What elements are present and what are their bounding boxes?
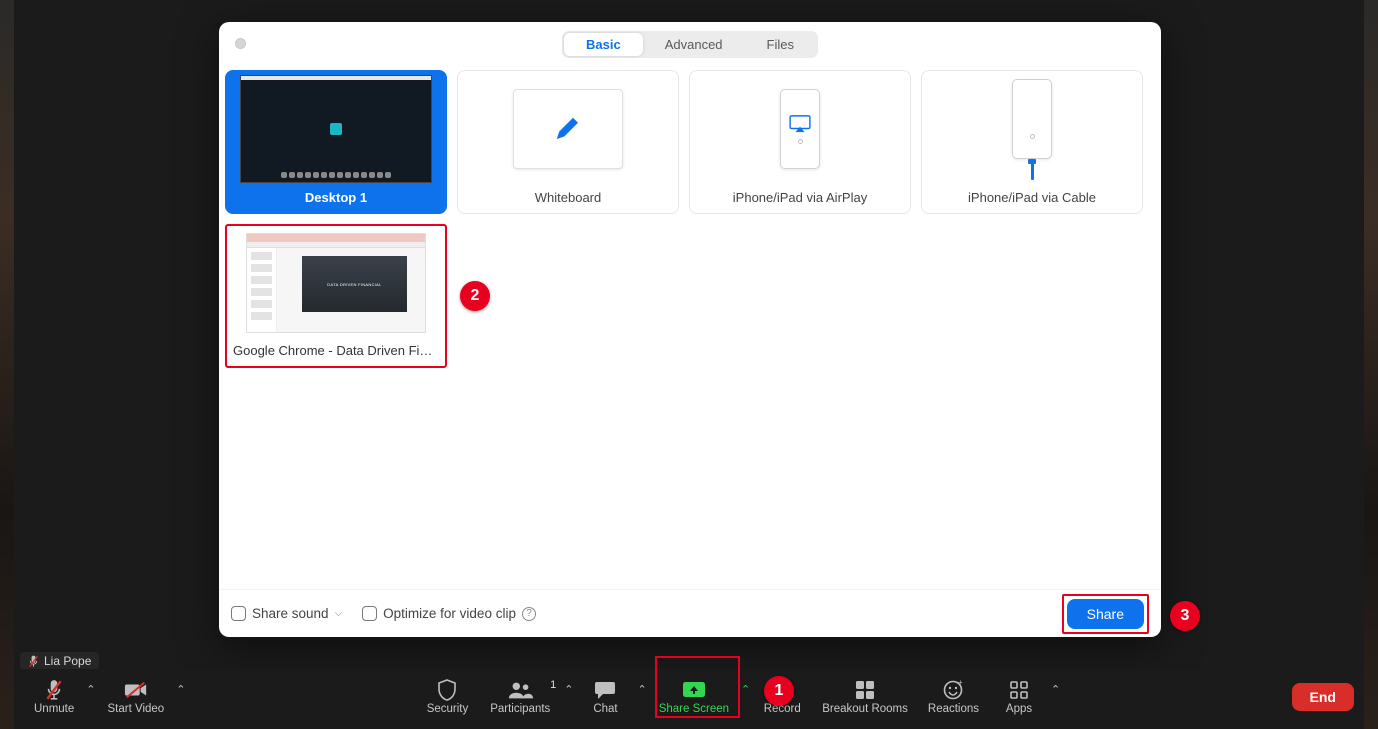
toolbar-label: Participants — [490, 703, 550, 715]
smile-icon: + — [943, 679, 963, 701]
share-option-whiteboard[interactable]: Whiteboard — [457, 70, 679, 214]
airplay-thumbnail — [690, 71, 910, 187]
chat-icon — [594, 679, 616, 701]
annotation-badge-2: 2 — [460, 281, 490, 311]
chat-button[interactable]: Chat — [575, 679, 635, 715]
unmute-button[interactable]: Unmute — [24, 679, 84, 715]
meeting-toolbar: Unmute ⌃ Start Video ⌃ Security — [14, 669, 1364, 725]
share-option-desktop1[interactable]: Desktop 1 — [225, 70, 447, 214]
participants-icon — [507, 679, 533, 701]
pencil-icon — [553, 114, 583, 144]
share-option-chrome-window[interactable]: DATA DRIVEN FINANCIAL Google Chrome - Da… — [225, 224, 447, 368]
airplay-icon — [789, 115, 811, 133]
checkbox-icon — [231, 606, 246, 621]
share-button[interactable]: Share — [1067, 599, 1144, 629]
apps-options-caret[interactable]: ⌃ — [1049, 683, 1062, 712]
optimize-label: Optimize for video clip — [383, 606, 516, 621]
apps-icon — [1009, 679, 1029, 701]
share-option-label: iPhone/iPad via AirPlay — [690, 187, 910, 213]
tab-basic[interactable]: Basic — [564, 33, 643, 56]
shield-icon — [437, 679, 457, 701]
chevron-down-icon[interactable]: ⌵ — [335, 608, 343, 619]
share-option-label: iPhone/iPad via Cable — [922, 187, 1142, 213]
window-close-dot[interactable] — [235, 38, 246, 49]
share-option-airplay[interactable]: iPhone/iPad via AirPlay — [689, 70, 911, 214]
help-icon[interactable]: ? — [522, 607, 536, 621]
toolbar-label: Apps — [1006, 703, 1032, 715]
breakout-rooms-button[interactable]: Breakout Rooms — [812, 679, 918, 715]
mic-muted-icon — [44, 679, 64, 701]
share-option-label: Whiteboard — [458, 187, 678, 213]
start-video-button[interactable]: Start Video — [98, 679, 175, 715]
share-button-highlight: Share — [1062, 594, 1149, 634]
video-options-caret[interactable]: ⌃ — [174, 683, 187, 712]
share-options-grid: Desktop 1 Whiteboard — [219, 60, 1161, 368]
dialog-header: Basic Advanced Files — [219, 28, 1161, 60]
share-tabs: Basic Advanced Files — [562, 31, 818, 58]
share-option-label: Desktop 1 — [226, 187, 446, 213]
dialog-footer: Share sound ⌵ Optimize for video clip ? … — [219, 589, 1161, 637]
chat-options-caret[interactable]: ⌃ — [635, 683, 648, 712]
participants-count: 1 — [550, 679, 556, 691]
toolbar-label: Reactions — [928, 703, 979, 715]
whiteboard-thumbnail — [458, 71, 678, 187]
self-name-badge: Lia Pope — [20, 652, 99, 670]
share-sound-label: Share sound — [252, 606, 329, 621]
end-meeting-button[interactable]: End — [1292, 683, 1354, 711]
participants-button[interactable]: 1 Participants — [478, 679, 562, 715]
annotation-badge-1: 1 — [764, 676, 794, 706]
share-screen-options-caret[interactable]: ⌃ — [739, 683, 752, 712]
toolbar-label: Start Video — [108, 703, 165, 715]
grid-icon — [855, 679, 875, 701]
cable-thumbnail — [922, 71, 1142, 187]
desktop1-thumbnail — [226, 71, 446, 187]
tab-advanced[interactable]: Advanced — [643, 33, 745, 56]
reactions-button[interactable]: + Reactions — [918, 679, 989, 715]
mic-muted-icon — [28, 655, 39, 668]
cable-wire-icon — [1031, 162, 1034, 180]
toolbar-label: Unmute — [34, 703, 74, 715]
svg-text:+: + — [958, 680, 963, 687]
apps-button[interactable]: Apps — [989, 679, 1049, 715]
share-screen-icon — [682, 679, 706, 701]
tab-files[interactable]: Files — [745, 33, 816, 56]
toolbar-label: Breakout Rooms — [822, 703, 908, 715]
video-off-icon — [124, 679, 148, 701]
optimize-video-checkbox[interactable]: Optimize for video clip ? — [362, 606, 536, 621]
toolbar-label: Chat — [593, 703, 617, 715]
unmute-options-caret[interactable]: ⌃ — [84, 683, 97, 712]
participants-options-caret[interactable]: ⌃ — [562, 683, 575, 712]
share-option-label: Google Chrome - Data Driven Fina… — [227, 340, 445, 366]
toolbar-label: Security — [427, 703, 469, 715]
share-sound-checkbox[interactable]: Share sound ⌵ — [231, 606, 342, 621]
toolbar-label: Share Screen — [659, 703, 729, 715]
annotation-badge-3: 3 — [1170, 601, 1200, 631]
share-option-cable[interactable]: iPhone/iPad via Cable — [921, 70, 1143, 214]
share-screen-button[interactable]: Share Screen — [649, 679, 739, 715]
checkbox-icon — [362, 606, 377, 621]
security-button[interactable]: Security — [417, 679, 479, 715]
share-screen-dialog: Basic Advanced Files Desktop 1 — [219, 22, 1161, 637]
chrome-thumbnail: DATA DRIVEN FINANCIAL — [227, 226, 445, 340]
self-name-text: Lia Pope — [44, 654, 91, 668]
